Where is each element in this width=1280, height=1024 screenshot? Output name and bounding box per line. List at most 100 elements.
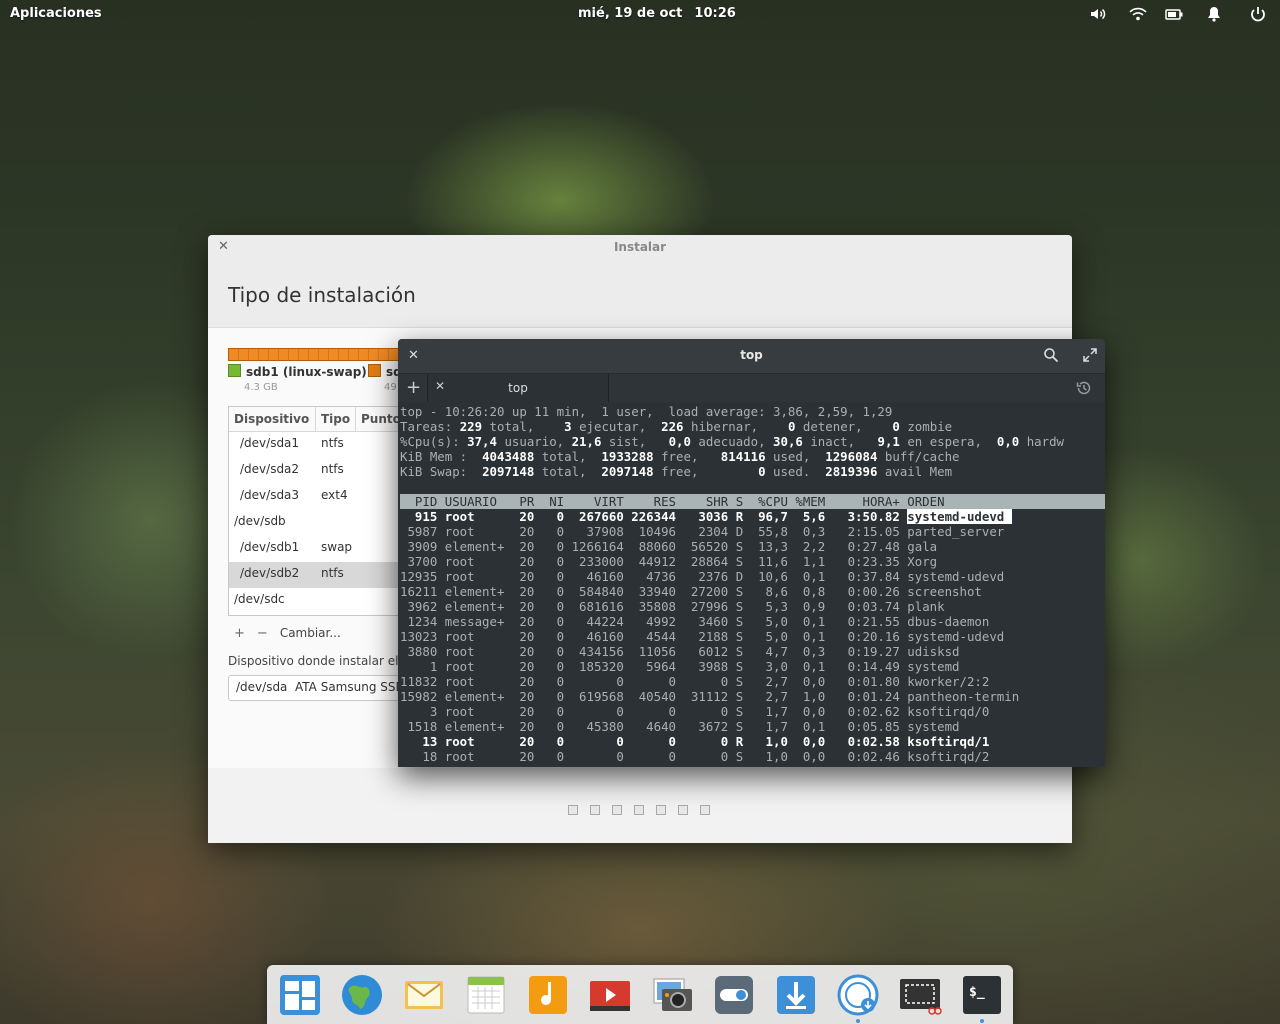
row-type: ntfs bbox=[321, 566, 344, 580]
process-command: Xorg bbox=[907, 554, 938, 569]
row-device: /dev/sdb1 bbox=[240, 540, 300, 554]
process-row: 13 root 20 0 0 0 0 R 1,0 0,0 0:02.58 kso… bbox=[400, 734, 990, 749]
process-row: 915 root 20 0 267660 226344 3036 R 96,7 … bbox=[400, 509, 1012, 524]
change-partition-button[interactable]: Cambiar... bbox=[280, 626, 341, 640]
process-command: plank bbox=[907, 599, 945, 614]
process-row: 18 root 20 0 0 0 0 S 1,0 0,0 0:02.46 kso… bbox=[400, 749, 990, 764]
page-dot bbox=[634, 805, 644, 815]
process-command: pantheon-termin bbox=[907, 689, 1020, 704]
applications-menu-button[interactable]: Aplicaciones bbox=[10, 6, 102, 21]
process-row: 16211 element+ 20 0 584840 33940 27200 S… bbox=[400, 584, 982, 599]
installer-window-title: Instalar bbox=[613, 240, 667, 254]
terminal-output[interactable]: top - 10:26:20 up 11 min, 1 user, load a… bbox=[398, 402, 1105, 767]
row-type: ntfs bbox=[321, 462, 344, 476]
process-row: 3700 root 20 0 233000 44912 28864 S 11,6… bbox=[400, 554, 938, 569]
mail-icon[interactable] bbox=[402, 973, 446, 1017]
terminal-titlebar[interactable]: ✕ top bbox=[398, 339, 1105, 373]
panel-clock[interactable]: mié, 19 de oct 10:26 bbox=[578, 6, 736, 21]
process-row: 15982 element+ 20 0 619568 40540 31112 S… bbox=[400, 689, 1020, 704]
process-command: udisksd bbox=[907, 644, 960, 659]
remove-partition-button[interactable]: − bbox=[257, 626, 268, 641]
process-command: systemd-udevd bbox=[907, 509, 1012, 524]
wifi-icon[interactable] bbox=[1128, 4, 1148, 24]
process-row: 3909 element+ 20 0 1266164 88060 56520 S… bbox=[400, 539, 938, 554]
bootloader-device-select[interactable]: /dev/sda ATA Samsung SSD bbox=[228, 675, 410, 701]
panel-date: mié, 19 de oct bbox=[578, 6, 683, 21]
power-icon[interactable] bbox=[1248, 4, 1268, 24]
page-dot bbox=[568, 805, 578, 815]
terminal-tabbar: + ✕ top bbox=[398, 373, 1105, 403]
summary-line: KiB Mem : 4043488 total, 1933288 free, 8… bbox=[400, 449, 960, 464]
legend-item-sdb2: sd 49 bbox=[368, 364, 402, 393]
page-dot bbox=[656, 805, 666, 815]
bootloader-model: ATA Samsung SSD bbox=[295, 680, 405, 694]
screenshot-icon[interactable] bbox=[898, 973, 942, 1017]
dock: $_ bbox=[267, 965, 1013, 1024]
page-dot bbox=[700, 805, 710, 815]
terminal-icon-glyph: $_ bbox=[969, 985, 985, 1000]
row-device: /dev/sdc bbox=[234, 592, 285, 606]
calendar-icon[interactable] bbox=[464, 973, 508, 1017]
legend-swatch bbox=[228, 364, 241, 377]
installer-header: Tipo de instalación bbox=[208, 259, 1072, 328]
web-browser-icon[interactable] bbox=[340, 973, 384, 1017]
page-dot bbox=[678, 805, 688, 815]
appcenter-icon[interactable] bbox=[774, 973, 818, 1017]
column-header-device[interactable]: Dispositivo bbox=[234, 412, 309, 426]
new-tab-button[interactable]: + bbox=[406, 377, 421, 398]
history-icon[interactable] bbox=[1075, 379, 1093, 397]
volume-icon[interactable] bbox=[1088, 4, 1108, 24]
process-row: 1234 message+ 20 0 44224 4992 3460 S 5,0… bbox=[400, 614, 990, 629]
row-type: ntfs bbox=[321, 436, 344, 450]
process-row: 12935 root 20 0 46160 4736 2376 D 10,6 0… bbox=[400, 569, 1005, 584]
summary-line: top - 10:26:20 up 11 min, 1 user, load a… bbox=[400, 404, 893, 419]
summary-line: Tareas: 229 total, 3 ejecutar, 226 hiber… bbox=[400, 419, 953, 434]
tab-top[interactable]: ✕ top bbox=[427, 374, 609, 402]
process-command: systemd-udevd bbox=[907, 629, 1005, 644]
installer-titlebar[interactable]: ✕ Instalar bbox=[208, 235, 1072, 259]
column-header-type[interactable]: Tipo bbox=[321, 412, 350, 426]
bootloader-device-label: Dispositivo donde instalar el ca bbox=[228, 654, 417, 668]
process-command: parted_server bbox=[907, 524, 1005, 539]
photos-icon[interactable] bbox=[650, 973, 694, 1017]
add-partition-button[interactable]: + bbox=[234, 626, 245, 641]
legend-swatch bbox=[368, 364, 381, 377]
panel-time: 10:26 bbox=[694, 6, 736, 21]
page-dot bbox=[612, 805, 622, 815]
page-indicator bbox=[568, 800, 722, 819]
process-row: 3 root 20 0 0 0 0 S 1,7 0,0 0:02.62 ksof… bbox=[400, 704, 990, 719]
process-command: systemd-udevd bbox=[907, 569, 1005, 584]
terminal-icon[interactable]: $_ bbox=[960, 973, 1004, 1017]
multitasking-view-icon[interactable] bbox=[278, 973, 322, 1017]
search-icon[interactable] bbox=[1043, 347, 1059, 363]
row-type: ext4 bbox=[321, 488, 348, 502]
process-row: 13023 root 20 0 46160 4544 2188 S 5,0 0,… bbox=[400, 629, 1005, 644]
battery-icon[interactable] bbox=[1164, 4, 1184, 24]
running-indicator bbox=[856, 1019, 860, 1023]
process-row: 3880 root 20 0 434156 11056 6012 S 4,7 0… bbox=[400, 644, 960, 659]
terminal-window: ✕ top + ✕ top top - 10:26:20 up 11 min, … bbox=[398, 339, 1105, 767]
process-row: 11832 root 20 0 0 0 0 S 2,7 0,0 0:01.80 … bbox=[400, 674, 990, 689]
process-command: dbus-daemon bbox=[907, 614, 990, 629]
row-type: swap bbox=[321, 540, 353, 554]
process-row: 3962 element+ 20 0 681616 35808 27996 S … bbox=[400, 599, 945, 614]
table-toolbar: + − Cambiar... bbox=[234, 626, 353, 641]
process-command: ksoftirqd/1 bbox=[907, 734, 990, 749]
system-settings-icon[interactable] bbox=[712, 973, 756, 1017]
installer-icon[interactable] bbox=[836, 973, 880, 1017]
summary-line: %Cpu(s): 37,4 usuario, 21,6 sist, 0,0 ad… bbox=[400, 434, 1065, 449]
row-device: /dev/sda1 bbox=[240, 436, 300, 450]
column-header-mount[interactable]: Punto bbox=[361, 412, 401, 426]
maximize-icon[interactable] bbox=[1082, 347, 1098, 363]
videos-icon[interactable] bbox=[588, 973, 632, 1017]
legend-item-sdb1: sdb1 (linux-swap) 4.3 GB bbox=[228, 364, 367, 393]
terminal-window-title: top bbox=[740, 348, 763, 362]
notifications-icon[interactable] bbox=[1204, 4, 1224, 24]
row-device: /dev/sda3 bbox=[240, 488, 300, 502]
legend-label: sdb1 (linux-swap) bbox=[246, 365, 367, 379]
process-command: ksoftirqd/2 bbox=[907, 749, 990, 764]
process-table-header: PID USUARIO PR NI VIRT RES SHR S %CPU %M… bbox=[400, 494, 1105, 509]
running-indicator bbox=[980, 1019, 984, 1023]
process-row: 5987 root 20 0 37908 10496 2304 D 55,8 0… bbox=[400, 524, 1005, 539]
music-icon[interactable] bbox=[526, 973, 570, 1017]
